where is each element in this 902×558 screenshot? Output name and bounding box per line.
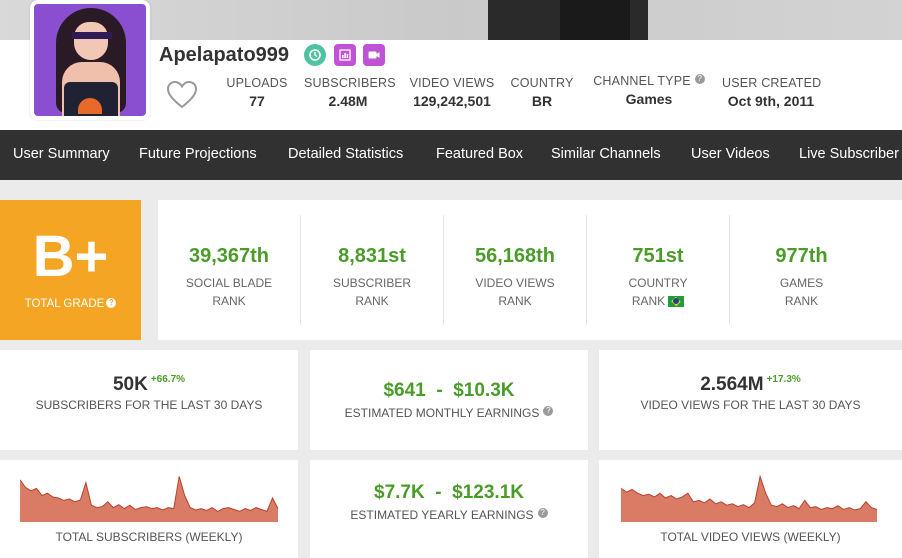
video-icon[interactable]	[363, 44, 385, 66]
rank-label: GAMES	[779, 276, 824, 290]
card-label: TOTAL VIDEO VIEWS (WEEKLY)	[660, 530, 841, 544]
card-label: ESTIMATED YEARLY EARNINGS	[350, 508, 534, 522]
card-label: TOTAL SUBSCRIBERS (WEEKLY)	[55, 530, 243, 544]
earnings-high: $10.3K	[453, 380, 515, 401]
nav-user-summary[interactable]: User Summary	[13, 146, 110, 162]
card-subscribers-30-days: 50K +66.7% SUBSCRIBERS FOR THE LAST 30 DA…	[0, 350, 298, 450]
help-icon[interactable]: ?	[537, 508, 548, 518]
nav-detailed-statistics[interactable]: Detailed Statistics	[288, 146, 403, 162]
stat-label: COUNTRY	[510, 76, 574, 90]
rank-value: 56,168th	[474, 245, 556, 267]
stat-value: 2.48M	[328, 93, 368, 109]
rank-country: 751st COUNTRY RANK	[587, 215, 730, 325]
avatar-image	[34, 4, 146, 116]
earnings-high: $123.1K	[452, 482, 524, 503]
help-icon[interactable]: ?	[106, 298, 117, 308]
rank-label: COUNTRY	[628, 276, 688, 290]
earnings-low: $7.7K	[374, 482, 425, 503]
avatar[interactable]	[30, 0, 150, 120]
rank-games: 977th GAMES RANK	[730, 215, 873, 325]
stat-subscribers: SUBSCRIBERS 2.48M	[304, 76, 396, 109]
stat-label: CHANNEL TYPE	[593, 74, 691, 88]
sparkline-area	[20, 476, 278, 522]
sparkline-area	[621, 476, 877, 522]
nav-user-videos[interactable]: User Videos	[691, 146, 770, 162]
rank-social-blade: 39,367th SOCIAL BLADE RANK	[158, 215, 301, 325]
stat-country: COUNTRY BR	[510, 76, 574, 109]
rank-subscriber: 8,831st SUBSCRIBER RANK	[301, 215, 444, 325]
ranks-panel: 39,367th SOCIAL BLADE RANK 8,831st SUBSCR…	[158, 200, 902, 340]
stat-value: BR	[531, 93, 553, 109]
favorite-heart-icon[interactable]	[166, 80, 198, 110]
stat-video-views: VIDEO VIEWS 129,242,501	[406, 76, 498, 109]
card-label: SUBSCRIBERS FOR THE LAST 30 DAYS	[35, 398, 263, 412]
rank-video-views: 56,168th VIDEO VIEWS RANK	[444, 215, 587, 325]
card-monthly-earnings: $641 - $10.3K ESTIMATED MONTHLY EARNINGS…	[310, 350, 588, 450]
rank-label: SOCIAL BLADE	[185, 276, 273, 290]
stat-uploads: UPLOADS 77	[226, 76, 288, 109]
card-label: VIDEO VIEWS FOR THE LAST 30 DAYS	[640, 398, 861, 412]
nav-similar-channels[interactable]: Similar Channels	[551, 146, 661, 162]
rank-value: 977th	[775, 245, 828, 267]
rank-label: SUBSCRIBER	[332, 276, 412, 290]
rank-label: RANK	[212, 294, 246, 308]
stat-value: Oct 9th, 2011	[727, 93, 815, 109]
rank-label: RANK	[784, 294, 819, 308]
card-views-weekly: TOTAL VIDEO VIEWS (WEEKLY)	[599, 460, 902, 558]
stat-value: Games	[625, 91, 673, 107]
subscribers-sparkline	[20, 476, 278, 522]
stats-icon[interactable]	[334, 44, 356, 66]
nav-live-subscriber[interactable]: Live Subscriber	[799, 146, 899, 162]
partner-icon[interactable]	[304, 44, 326, 66]
help-icon[interactable]: ?	[694, 74, 705, 84]
nav-future-projections[interactable]: Future Projections	[139, 146, 257, 162]
stat-user-created: USER CREATED Oct 9th, 2011	[722, 76, 822, 109]
earnings-sep: -	[436, 380, 443, 401]
delta-badge: +17.3%	[766, 374, 801, 385]
main-nav: User Summary Future Projections Detailed…	[0, 130, 902, 180]
rank-label: RANK	[498, 294, 532, 308]
grade-label: TOTAL GRADE	[24, 298, 105, 310]
rank-label: RANK	[631, 294, 666, 308]
stat-label: VIDEO VIEWS	[409, 76, 495, 90]
stat-label: UPLOADS	[226, 76, 288, 90]
earnings-sep: -	[435, 482, 442, 503]
card-views-30-days: 2.564M +17.3% VIDEO VIEWS FOR THE LAST 30…	[599, 350, 902, 450]
rank-label: VIDEO VIEWS	[475, 276, 555, 290]
stat-channel-type: CHANNEL TYPE? Games	[590, 74, 708, 107]
delta-badge: +66.7%	[150, 374, 186, 385]
stat-value: 129,242,501	[413, 93, 491, 109]
brazil-flag-icon	[668, 296, 685, 308]
card-label: ESTIMATED MONTHLY EARNINGS	[344, 406, 540, 420]
stat-label: SUBSCRIBERS	[304, 76, 396, 90]
earnings-low: $641	[383, 380, 426, 401]
card-yearly-earnings: $7.7K - $123.1K ESTIMATED YEARLY EARNING…	[310, 460, 588, 558]
card-value: 50K	[112, 374, 148, 395]
views-sparkline	[621, 474, 877, 522]
banner-image-shape	[560, 0, 630, 40]
rank-label: RANK	[355, 294, 389, 308]
card-value: 2.564M	[700, 374, 764, 395]
rank-value: 751st	[632, 245, 684, 267]
stat-value: 77	[249, 93, 265, 109]
help-icon[interactable]: ?	[543, 406, 554, 416]
nav-featured-box[interactable]: Featured Box	[436, 146, 523, 162]
rank-value: 39,367th	[188, 245, 270, 267]
rank-value: 8,831st	[338, 245, 406, 267]
grade-letter: B+	[32, 224, 109, 289]
card-subscribers-weekly: TOTAL SUBSCRIBERS (WEEKLY)	[0, 460, 298, 558]
channel-name[interactable]: Apelapato999	[159, 44, 289, 67]
stat-label: USER CREATED	[722, 76, 822, 90]
total-grade-box: B+ TOTAL GRADE?	[0, 200, 141, 340]
